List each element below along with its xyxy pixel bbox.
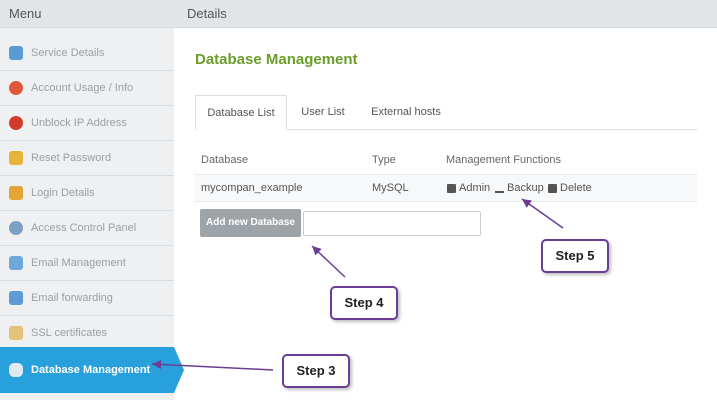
annotation-arrows <box>151 198 564 371</box>
step4-callout: Step 4 <box>330 286 398 320</box>
step5-arrow <box>521 198 564 229</box>
step3-callout: Step 3 <box>282 354 350 388</box>
step5-callout: Step 5 <box>541 239 609 273</box>
step4-arrow <box>311 245 346 278</box>
step3-arrow <box>151 359 274 371</box>
